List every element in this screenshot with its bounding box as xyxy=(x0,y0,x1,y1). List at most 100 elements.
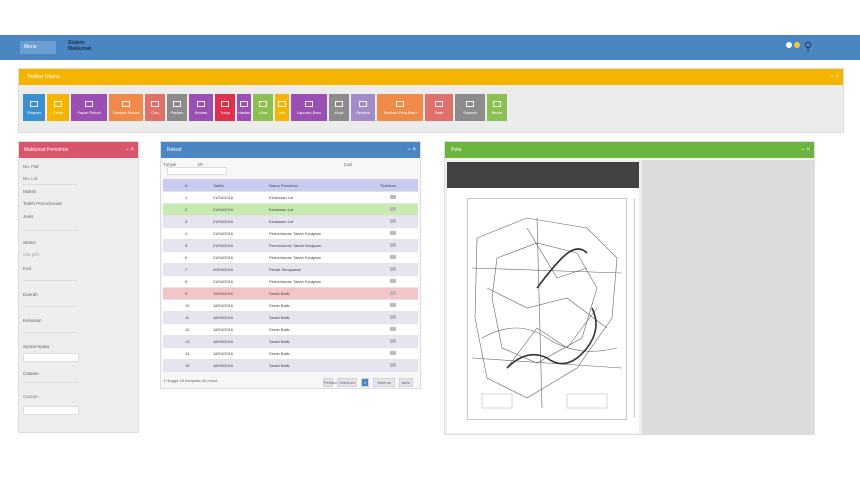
toolbar-button-label: Bantu xyxy=(491,109,503,115)
row-action-icon[interactable] xyxy=(379,351,414,356)
cell-number: 14 xyxy=(185,351,190,356)
table-row[interactable]: 6 21/04/2016 Permohonan Tanah Kerajaan xyxy=(163,252,418,264)
row-action-icon[interactable] xyxy=(379,363,414,368)
table-row[interactable]: 14 18/04/2016 Serah Balik xyxy=(163,348,418,360)
table-row[interactable]: 8 21/04/2016 Permohonan Tanah Kerajaan xyxy=(163,276,418,288)
cell-name: Serah Balik xyxy=(269,351,290,356)
page-1-button[interactable]: 1 xyxy=(361,378,369,387)
panel-controls-icon[interactable]: − × xyxy=(830,69,839,85)
table-row[interactable]: 15 18/04/2016 Serah Balik xyxy=(163,360,418,372)
cell-date: 20/04/2016 xyxy=(213,267,234,272)
row-action-icon[interactable] xyxy=(379,267,414,272)
status-label: Status xyxy=(23,240,36,245)
toolbar-button[interactable]: Lihat xyxy=(253,94,273,121)
page-last-button[interactable]: Akhir xyxy=(399,378,413,387)
toolbar-button-label: Laporan Baru xyxy=(296,109,322,115)
row-action-icon[interactable] xyxy=(379,219,414,224)
form-row-district: Mukim xyxy=(23,189,37,194)
toolbar-button[interactable]: Sejarah xyxy=(455,94,485,121)
row-action-icon[interactable] xyxy=(379,231,414,236)
table-footer: 1 hingga 15 daripada 40 rekod Pertama Se… xyxy=(163,378,418,388)
page-prev-button[interactable]: Sebelum xyxy=(337,378,357,387)
row-action-icon[interactable] xyxy=(379,291,414,296)
table-row[interactable]: 4 21/04/2016 Permohonan Tanah Kerajaan xyxy=(163,228,418,240)
search-input[interactable] xyxy=(167,167,227,175)
toolbar-button-label: Sejarah xyxy=(463,109,477,115)
menu-toggle-button[interactable]: Menu xyxy=(20,41,56,54)
status-select[interactable]: Sila pilih xyxy=(23,252,40,257)
toolbar-button[interactable]: Tambah Peta Baru xyxy=(377,94,423,121)
toolbar-button[interactable]: Senarai xyxy=(351,94,375,121)
table-row[interactable]: 10 18/04/2016 Serah Balik xyxy=(163,300,418,312)
toolbar-button-icon xyxy=(221,100,229,107)
table-row[interactable]: 9 19/04/2016 Serah Balik xyxy=(163,288,418,300)
toolbar-button[interactable]: Info xyxy=(275,94,289,121)
row-action-icon[interactable] xyxy=(379,315,414,320)
map-document[interactable] xyxy=(447,188,639,433)
col-name[interactable]: Nama Pemohon xyxy=(259,183,379,188)
cell-name: Serah Balik xyxy=(269,363,290,368)
extra-input[interactable] xyxy=(23,406,79,415)
row-action-icon[interactable] xyxy=(379,207,414,212)
toolbar-button[interactable]: Kemas xyxy=(189,94,213,121)
table-row[interactable]: 7 20/04/2016 Pecah Sempadan xyxy=(163,264,418,276)
table-row[interactable]: 5 21/04/2016 Permohonan Tanah Kerajaan xyxy=(163,240,418,252)
divider xyxy=(23,184,77,185)
notification-icon[interactable] xyxy=(786,42,792,48)
row-action-icon[interactable] xyxy=(379,255,414,260)
table-row[interactable]: 12 18/04/2016 Serah Balik xyxy=(163,324,418,336)
toolbar-button[interactable]: Simpan xyxy=(23,94,45,121)
toolbar-button[interactable]: Salin xyxy=(425,94,453,121)
toolbar-button[interactable]: Hantar xyxy=(237,94,251,121)
toolbar-button-label: Kemas xyxy=(194,109,208,115)
cell-number: 7 xyxy=(185,267,188,272)
toolbar-button[interactable]: Papar Rekod xyxy=(71,94,107,121)
table-row[interactable]: 11 18/04/2016 Serah Balik xyxy=(163,312,418,324)
col-date[interactable]: Tarikh xyxy=(193,183,259,188)
toolbar-button[interactable]: Muat xyxy=(329,94,349,121)
cell-name: Kelulusan Lot xyxy=(269,195,294,200)
panel-controls-icon[interactable]: − × xyxy=(125,142,134,158)
toolbar-button[interactable]: Cari xyxy=(145,94,165,121)
map-scrollbar[interactable] xyxy=(634,198,635,418)
records-title: Rekod xyxy=(167,147,182,153)
col-number[interactable]: # xyxy=(163,183,193,188)
alert-icon[interactable] xyxy=(794,42,800,48)
records-header: Rekod − × xyxy=(161,142,420,158)
toolbar-button-icon xyxy=(359,100,367,107)
toolbar-button-icon xyxy=(54,100,62,107)
row-action-icon[interactable] xyxy=(379,327,414,332)
cell-name: Serah Balik xyxy=(269,315,290,320)
table-header-row: # Tarikh Nama Pemohon Tindakan xyxy=(163,179,418,192)
toolbar-button[interactable]: Bantu xyxy=(487,94,507,121)
menu-label: Menu xyxy=(24,44,37,50)
cell-date: 18/04/2016 xyxy=(213,327,234,332)
row-action-icon[interactable] xyxy=(379,339,414,344)
table-row[interactable]: 1 21/04/2016 Kelulusan Lot xyxy=(163,192,418,204)
toolbar-button[interactable]: Cetak xyxy=(47,94,69,121)
table-row[interactable]: 2 21/04/2016 Kelulusan Lot xyxy=(163,204,418,216)
row-action-icon[interactable] xyxy=(379,195,414,200)
cell-number: 1 xyxy=(185,195,188,200)
user-icon[interactable]: ⚲ xyxy=(804,40,818,54)
cell-name: Serah Balik xyxy=(269,339,290,344)
row-action-icon[interactable] xyxy=(379,303,414,308)
page-first-button[interactable]: Pertama xyxy=(323,378,339,387)
panel-controls-icon[interactable]: − × xyxy=(407,142,416,158)
toolbar-button[interactable]: Laporan Baru xyxy=(291,94,327,121)
app-logo[interactable]: Sistem Maklumat xyxy=(68,40,112,52)
page-next-button[interactable]: Seterus xyxy=(373,378,395,387)
table-row[interactable]: 3 21/04/2016 Kelulusan Lot xyxy=(163,216,418,228)
row-action-icon[interactable] xyxy=(379,243,414,248)
divider xyxy=(23,332,77,333)
condition-input[interactable] xyxy=(23,353,79,362)
toolbar-button[interactable]: Tutup xyxy=(215,94,235,121)
cell-name: Pecah Sempadan xyxy=(269,267,301,272)
row-action-icon[interactable] xyxy=(379,279,414,284)
applicant-form-panel: Maklumat Pemohon − × No. Fail No. Lot Mu… xyxy=(18,141,139,433)
table-row[interactable]: 13 18/04/2016 Serah Balik xyxy=(163,336,418,348)
toolbar-button[interactable]: Padam xyxy=(167,94,187,121)
panel-controls-icon[interactable]: − × xyxy=(801,142,810,158)
cell-date: 18/04/2016 xyxy=(213,339,234,344)
toolbar-button[interactable]: Tambah Rekod xyxy=(109,94,143,121)
